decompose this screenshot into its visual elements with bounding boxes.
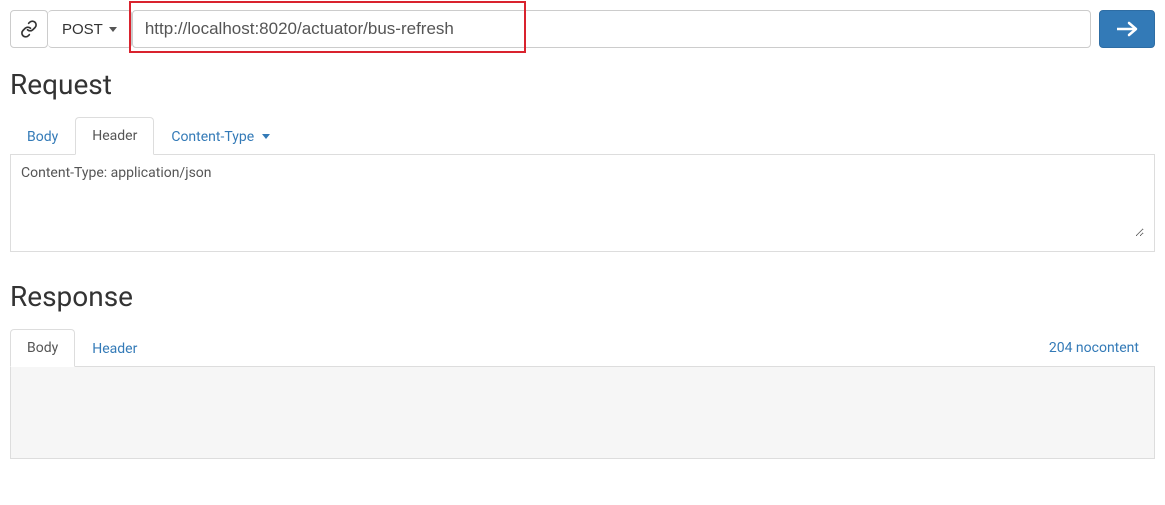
request-heading: Request — [10, 68, 1155, 101]
response-body-panel — [10, 367, 1155, 459]
http-method-label: POST — [62, 21, 103, 38]
response-heading: Response — [10, 280, 1155, 313]
caret-down-icon — [262, 134, 270, 139]
tab-request-content-type-label: Content-Type — [171, 129, 254, 145]
http-method-dropdown[interactable]: POST — [48, 10, 132, 48]
response-tabs: Body Header 204 nocontent — [10, 329, 1155, 367]
request-header-panel: Content-Type: application/json — [10, 155, 1155, 252]
tab-response-header[interactable]: Header — [75, 330, 154, 367]
tab-request-header[interactable]: Header — [75, 117, 154, 155]
request-header-textarea[interactable]: Content-Type: application/json — [21, 165, 1144, 237]
arrow-right-icon — [1115, 21, 1139, 37]
link-button[interactable] — [10, 10, 48, 48]
tab-request-content-type[interactable]: Content-Type — [154, 118, 286, 155]
link-icon — [20, 20, 38, 38]
top-bar: POST — [10, 10, 1155, 48]
tab-request-body[interactable]: Body — [10, 118, 75, 155]
caret-down-icon — [109, 27, 117, 32]
url-input[interactable] — [132, 10, 1091, 48]
tab-response-body[interactable]: Body — [10, 329, 75, 367]
response-status: 204 nocontent — [1033, 330, 1155, 366]
send-button[interactable] — [1099, 10, 1155, 48]
request-tabs: Body Header Content-Type — [10, 117, 1155, 155]
